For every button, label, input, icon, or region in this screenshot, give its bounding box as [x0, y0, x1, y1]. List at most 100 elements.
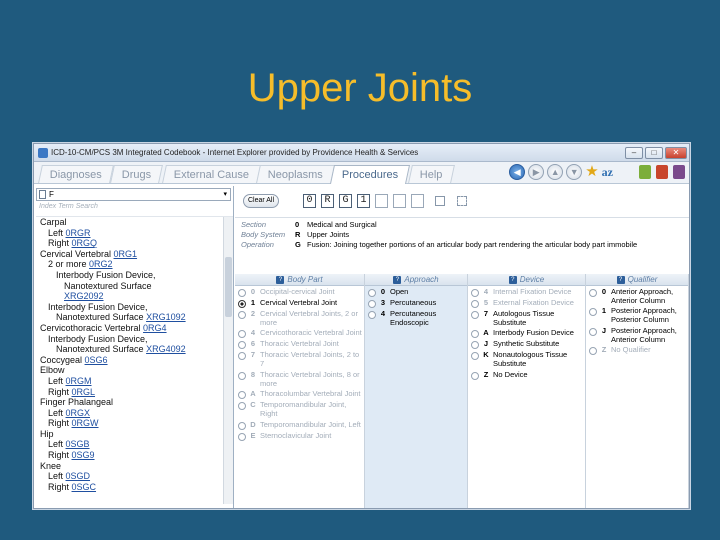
radio-button[interactable] [471, 371, 479, 380]
clear-all-button[interactable]: Clear All [243, 194, 279, 208]
approach-option[interactable]: 0 Open [365, 287, 467, 297]
radio-button[interactable] [471, 311, 479, 319]
index-code-link[interactable]: 0RG4 [143, 323, 167, 333]
body-part-header[interactable]: ? Body Part [235, 274, 364, 286]
radio-button[interactable] [238, 330, 246, 339]
index-code-link[interactable]: 0RG2 [89, 259, 113, 269]
index-code-link[interactable]: 0SG9 [72, 450, 95, 460]
radio-button[interactable] [589, 327, 597, 336]
approach-option[interactable]: 3 Percutaneous [365, 298, 467, 308]
index-tree-item[interactable]: Interbody Fusion Device, [36, 270, 233, 281]
approach-option[interactable]: 4 Percutaneous Endoscopic [365, 309, 467, 327]
radio-button[interactable] [238, 421, 246, 430]
tab-diagnoses[interactable]: Diagnoses [38, 165, 114, 183]
qualifier-option[interactable]: 1 Posterior Approach, Posterior Column [586, 306, 688, 324]
code-char-6[interactable] [393, 194, 406, 208]
qualifier-option[interactable]: 0 Anterior Approach, Anterior Column [586, 287, 688, 305]
copy-icon[interactable] [457, 196, 467, 206]
body-part-option[interactable]: 2 Cervical Vertebral Joints, 2 or more [235, 309, 364, 327]
index-tree-item[interactable]: Right 0RGQ [36, 238, 233, 249]
device-option[interactable]: 7 Autologous Tissue Substitute [468, 309, 585, 327]
index-tree-item[interactable]: Cervical Vertebral 0RG1 [36, 249, 233, 260]
index-code-link[interactable]: 0SGC [72, 482, 97, 492]
radio-button[interactable] [238, 341, 246, 350]
radio-button[interactable] [589, 308, 597, 317]
maximize-button[interactable]: □ [645, 146, 663, 159]
index-tree-item[interactable]: 2 or more 0RG2 [36, 259, 233, 270]
index-tree-item[interactable]: Right 0SGC [36, 482, 233, 493]
body-part-option[interactable]: 1 Cervical Vertebral Joint [235, 298, 364, 308]
radio-button[interactable] [238, 300, 246, 308]
tab-help[interactable]: Help [408, 165, 455, 183]
tab-neoplasms[interactable]: Neoplasms [256, 165, 335, 183]
index-tree-item[interactable]: Right 0SG9 [36, 450, 233, 461]
radio-button[interactable] [471, 330, 479, 339]
down-arrow-icon[interactable]: ▼ [566, 164, 583, 180]
device-option[interactable]: 5 External Fixation Device [468, 298, 585, 308]
index-tree-item[interactable]: Cervicothoracic Vertebral 0RG4 [36, 323, 233, 334]
qualifier-option[interactable]: Z No Qualifier [586, 346, 688, 356]
index-tree-item[interactable]: Interbody Fusion Device, [36, 334, 233, 345]
index-tree-item[interactable]: Nanotextured Surface XRG4092 [36, 344, 233, 355]
body-part-option[interactable]: D Temporomandibular Joint, Left [235, 420, 364, 430]
radio-button[interactable] [589, 289, 597, 297]
index-tree-item[interactable]: Elbow [36, 365, 233, 376]
device-option[interactable]: K Nonautologous Tissue Substitute [468, 350, 585, 368]
code-char-2[interactable]: R [321, 194, 334, 208]
radio-button[interactable] [238, 311, 246, 319]
qualifier-option[interactable]: J Posterior Approach, Anterior Column [586, 326, 688, 344]
index-tree-item[interactable]: Left 0SGD [36, 471, 233, 482]
body-part-option[interactable]: 7 Thoracic Vertebral Joints, 2 to 7 [235, 350, 364, 368]
index-code-link[interactable]: 0RGW [72, 418, 99, 428]
tab-external-cause[interactable]: External Cause [162, 165, 262, 183]
help-icon[interactable]: ? [393, 275, 402, 284]
radio-button[interactable] [238, 352, 246, 361]
body-part-option[interactable]: E Sternoclavicular Joint [235, 431, 364, 441]
index-code-link[interactable]: XRG2092 [64, 291, 104, 301]
up-arrow-icon[interactable]: ▲ [547, 164, 564, 180]
index-select[interactable]: F ▾ [36, 188, 231, 201]
index-tree-item[interactable]: Hip [36, 429, 233, 440]
index-code-link[interactable]: 0RGR [66, 228, 91, 238]
radio-button[interactable] [238, 432, 246, 441]
green-book-icon[interactable] [639, 165, 651, 179]
device-header[interactable]: ? Device [468, 274, 585, 286]
radio-button[interactable] [589, 347, 597, 356]
index-tree-item[interactable]: Coccygeal 0SG6 [36, 355, 233, 366]
close-button[interactable]: ✕ [665, 146, 687, 159]
body-part-option[interactable]: 8 Thoracic Vertebral Joints, 8 or more [235, 370, 364, 388]
index-tree-item[interactable]: Left 0SGB [36, 439, 233, 450]
device-option[interactable]: A Interbody Fusion Device [468, 329, 585, 339]
radio-button[interactable] [238, 371, 246, 380]
index-code-link[interactable]: XRG1092 [146, 312, 186, 322]
code-char-7[interactable] [411, 194, 424, 208]
code-char-4[interactable]: 1 [357, 194, 370, 208]
radio-button[interactable] [471, 352, 479, 361]
help-icon[interactable]: ? [276, 275, 285, 284]
tab-procedures[interactable]: Procedures [329, 165, 411, 184]
radio-button[interactable] [471, 341, 479, 350]
index-tree-item[interactable]: Nanotextured Surface XRG1092 [36, 312, 233, 323]
approach-header[interactable]: ? Approach [365, 274, 467, 286]
help-icon[interactable]: ? [508, 275, 517, 284]
favorite-star-icon[interactable]: ★ [585, 164, 598, 180]
body-part-option[interactable]: 4 Cervicothoracic Vertebral Joint [235, 329, 364, 339]
index-code-link[interactable]: 0RGM [66, 376, 92, 386]
index-code-link[interactable]: 0SG6 [85, 355, 108, 365]
index-tree-item[interactable]: Interbody Fusion Device, [36, 302, 233, 313]
index-code-link[interactable]: 0RG1 [114, 249, 138, 259]
index-term-search[interactable]: Index Term Search [36, 203, 231, 214]
index-code-link[interactable]: 0SGD [66, 471, 91, 481]
expand-icon[interactable] [435, 196, 445, 206]
index-code-link[interactable]: XRG4092 [146, 344, 186, 354]
index-tree-item[interactable]: Knee [36, 461, 233, 472]
code-char-3[interactable]: G [339, 194, 352, 208]
forward-arrow-icon[interactable]: ▶ [528, 164, 545, 180]
radio-button[interactable] [368, 289, 376, 297]
radio-button[interactable] [238, 402, 246, 411]
index-tree-item[interactable]: Left 0RGM [36, 376, 233, 387]
device-option[interactable]: J Synthetic Substitute [468, 340, 585, 350]
index-code-link[interactable]: 0RGQ [72, 238, 98, 248]
purple-book-icon[interactable] [673, 165, 685, 179]
index-code-link[interactable]: 0RGL [72, 387, 96, 397]
